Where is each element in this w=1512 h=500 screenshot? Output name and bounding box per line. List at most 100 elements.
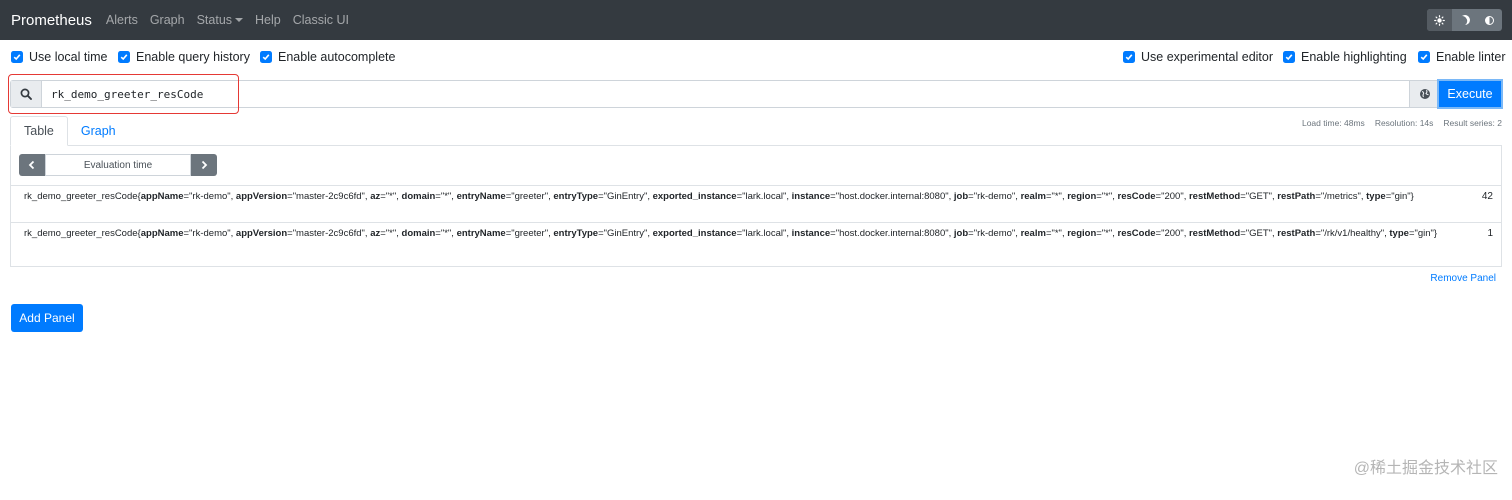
label-value: ="200" <box>1155 228 1184 239</box>
query-stats: Load time: 48ms Resolution: 14s Result s… <box>1302 118 1502 128</box>
moon-icon[interactable] <box>1452 9 1477 31</box>
label-value: ="lark.local" <box>736 191 787 202</box>
label-key: exported_instance <box>652 191 737 202</box>
label-value: ="GET" <box>1240 228 1273 239</box>
label-key: domain <box>401 228 436 239</box>
enable-autocomplete-checkbox[interactable]: Enable autocomplete <box>260 50 395 64</box>
nav-status-dropdown[interactable]: Status <box>197 13 244 27</box>
checkbox-checked-icon <box>11 51 23 63</box>
label-value: ="GinEntry" <box>598 191 648 202</box>
sun-icon[interactable] <box>1427 9 1452 31</box>
load-time: Load time: 48ms <box>1301 118 1365 128</box>
label-value: ="rk-demo" <box>968 191 1016 202</box>
label-key: entryName <box>456 228 506 239</box>
series-name: rk_demo_greeter_resCode{appName="rk-demo… <box>24 228 1438 239</box>
label-value: ="rk-demo" <box>968 228 1016 239</box>
series-value: 42 <box>1481 191 1493 202</box>
enable-query-history-label: Enable query history <box>136 50 250 64</box>
label-key: type <box>1389 228 1409 239</box>
checkbox-checked-icon <box>118 51 130 63</box>
nav-alerts[interactable]: Alerts <box>106 13 138 27</box>
expression-input-group: Execute <box>10 80 1502 108</box>
remove-panel-link[interactable]: Remove Panel <box>1430 273 1496 284</box>
add-panel-button[interactable]: Add Panel <box>11 304 83 332</box>
table-row: rk_demo_greeter_resCode{appName="rk-demo… <box>11 185 1501 222</box>
label-value: ="master-2c9c6fd" <box>287 191 365 202</box>
label-value: ="/rk/v1/healthy" <box>1315 228 1385 239</box>
tab-table[interactable]: Table <box>10 116 68 146</box>
label-key: entryType <box>553 228 599 239</box>
checkbox-checked-icon <box>1283 51 1295 63</box>
label-value: ="GET" <box>1240 191 1273 202</box>
theme-switcher <box>1427 9 1502 31</box>
label-key: instance <box>791 228 831 239</box>
checkbox-checked-icon <box>1418 51 1430 63</box>
enable-query-history-checkbox[interactable]: Enable query history <box>118 50 250 64</box>
nav-classic-ui[interactable]: Classic UI <box>293 13 349 27</box>
label-value: ="*" <box>1045 228 1062 239</box>
use-experimental-editor-checkbox[interactable]: Use experimental editor <box>1123 50 1273 64</box>
label-key: restPath <box>1277 191 1316 202</box>
label-key: realm <box>1020 228 1046 239</box>
resolution: Resolution: 14s <box>1374 118 1434 128</box>
label-key: appName <box>140 191 184 202</box>
enable-linter-label: Enable linter <box>1436 50 1506 64</box>
search-icon <box>11 81 42 107</box>
label-key: entryType <box>553 191 599 202</box>
label-value: ="rk-demo" <box>183 228 231 239</box>
label-key: region <box>1067 191 1097 202</box>
table-panel: Evaluation time rk_demo_greeter_resCode{… <box>10 145 1502 267</box>
enable-highlighting-checkbox[interactable]: Enable highlighting <box>1283 50 1407 64</box>
evaluation-time-control: Evaluation time <box>19 154 217 176</box>
label-value: ="*" <box>435 191 452 202</box>
label-key: region <box>1067 228 1097 239</box>
nav-help[interactable]: Help <box>255 13 281 27</box>
label-value: ="/metrics" <box>1315 191 1361 202</box>
nav-graph[interactable]: Graph <box>150 13 185 27</box>
execute-button[interactable]: Execute <box>1439 81 1501 107</box>
contrast-icon[interactable] <box>1477 9 1502 31</box>
results-table: rk_demo_greeter_resCode{appName="rk-demo… <box>11 185 1501 259</box>
label-value: ="*" <box>435 228 452 239</box>
use-local-time-checkbox[interactable]: Use local time <box>11 50 108 64</box>
globe-icon[interactable] <box>1409 81 1439 107</box>
enable-highlighting-label: Enable highlighting <box>1301 50 1407 64</box>
label-key: domain <box>401 191 436 202</box>
label-key: entryName <box>456 191 506 202</box>
label-key: type <box>1366 191 1386 202</box>
label-value: ="*" <box>1096 228 1113 239</box>
chevron-right-icon[interactable] <box>191 154 217 176</box>
watermark: @稀土掘金技术社区 <box>1353 460 1498 477</box>
label-value: ="*" <box>380 228 397 239</box>
label-key: az <box>370 228 381 239</box>
label-value: ="GinEntry" <box>598 228 648 239</box>
label-value: ="*" <box>380 191 397 202</box>
label-key: appVersion <box>235 191 288 202</box>
label-key: resCode <box>1117 228 1156 239</box>
label-value: ="*" <box>1096 191 1113 202</box>
label-key: restMethod <box>1188 228 1241 239</box>
label-value: ="lark.local" <box>736 228 787 239</box>
brand-link[interactable]: Prometheus <box>11 12 92 29</box>
label-value: ="gin" <box>1385 191 1411 202</box>
result-series: Result series: 2 <box>1443 118 1502 128</box>
label-key: resCode <box>1117 191 1156 202</box>
tab-graph[interactable]: Graph <box>68 116 129 146</box>
label-key: exported_instance <box>652 228 737 239</box>
panel-tabs: Table Graph <box>10 116 129 146</box>
evaluation-time-input[interactable]: Evaluation time <box>45 154 191 176</box>
label-value: ="host.docker.internal:8080" <box>830 191 949 202</box>
label-key: restMethod <box>1188 191 1241 202</box>
label-value: ="gin" <box>1408 228 1434 239</box>
label-value: ="*" <box>1045 191 1062 202</box>
expression-input[interactable] <box>42 81 1409 107</box>
use-experimental-editor-label: Use experimental editor <box>1141 50 1274 64</box>
label-key: job <box>953 191 969 202</box>
series-name: rk_demo_greeter_resCode{appName="rk-demo… <box>24 191 1414 202</box>
enable-linter-checkbox[interactable]: Enable linter <box>1418 50 1506 64</box>
checkbox-checked-icon <box>1123 51 1135 63</box>
chevron-left-icon[interactable] <box>19 154 45 176</box>
series-value: 1 <box>1487 228 1493 239</box>
label-value: ="host.docker.internal:8080" <box>830 228 949 239</box>
label-value: ="greeter" <box>505 228 549 239</box>
